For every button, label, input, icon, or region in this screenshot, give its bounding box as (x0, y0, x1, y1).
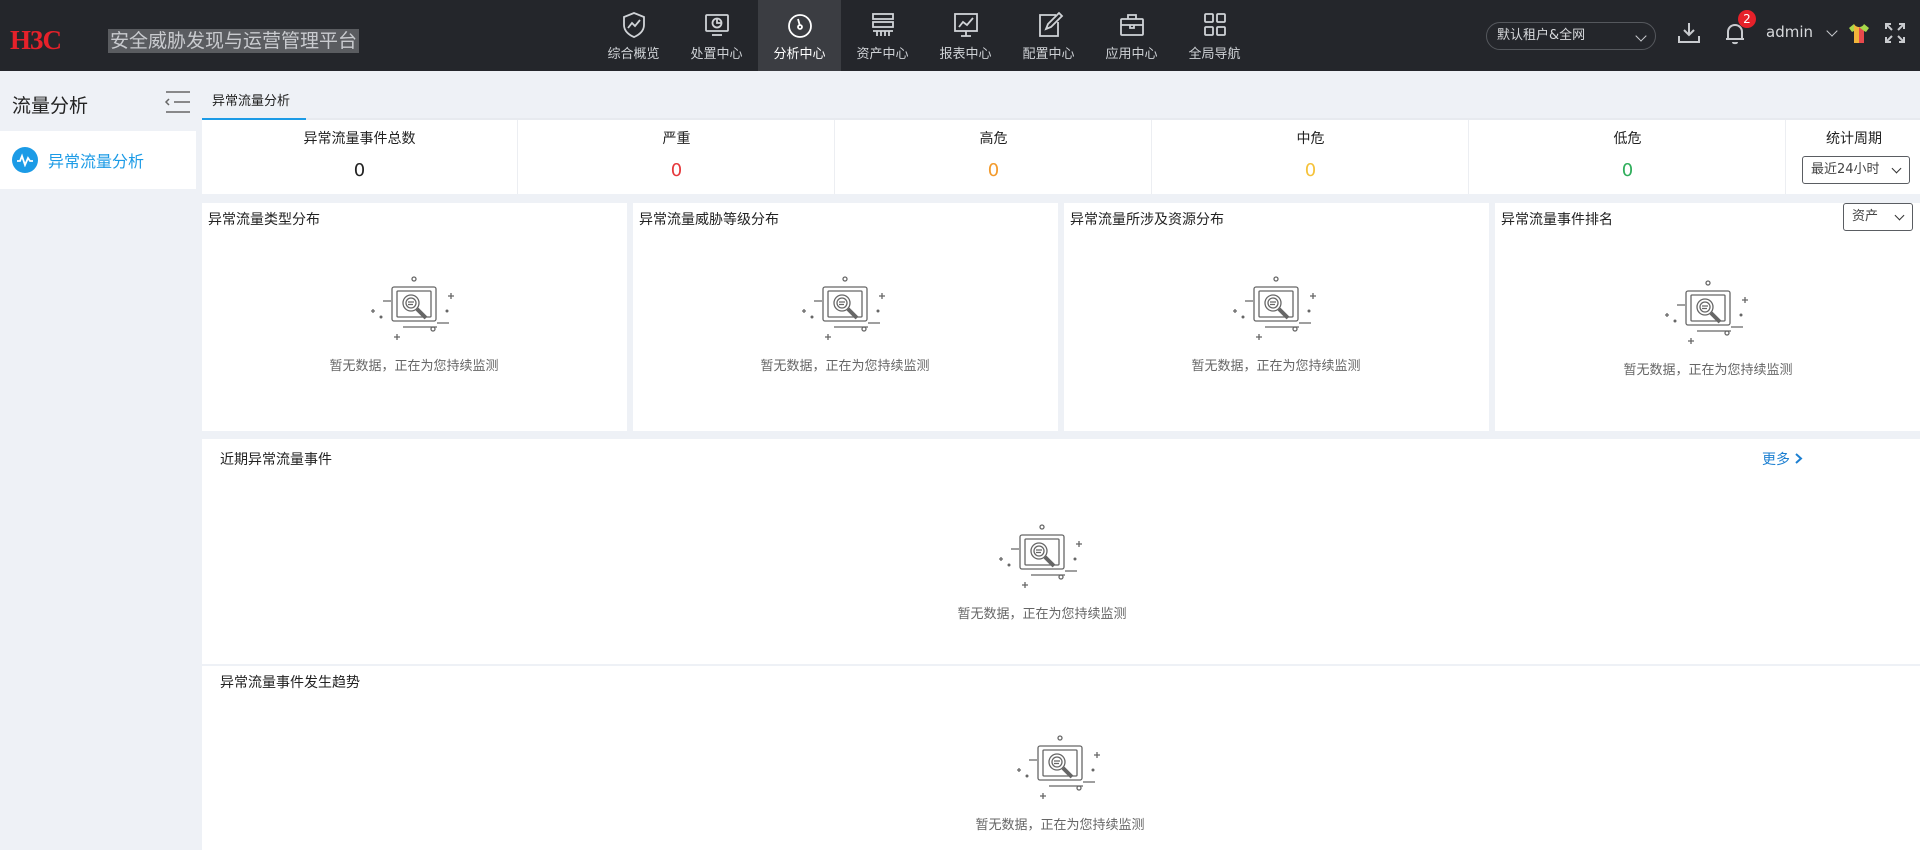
nav-app-center[interactable]: 应用中心 (1090, 0, 1173, 71)
chevron-down-icon (1635, 30, 1647, 42)
empty-monitor-icon (1665, 280, 1748, 344)
notification-badge: 2 (1738, 10, 1756, 28)
sidebar-title: 流量分析 (12, 95, 89, 117)
platform-title: 安全威胁发现与运营管理平台 (108, 29, 360, 53)
period-select[interactable]: 最近24小时 (1802, 156, 1910, 184)
stat-value: 0 (987, 160, 1000, 181)
fullscreen-icon[interactable] (1882, 20, 1908, 46)
sidebar-item-abnormal-traffic-analysis[interactable]: 异常流量分析 (0, 131, 196, 189)
main-nav: 综合概览 处置中心 分析中心 资产中心 报表中心 配置中心 应用中心 全局导航 (592, 0, 1256, 71)
stat-high: 高危 0 (836, 120, 1152, 194)
user-menu[interactable]: admin (1766, 23, 1813, 41)
grid-icon (1203, 13, 1226, 36)
download-icon[interactable] (1676, 20, 1702, 46)
nav-report-center[interactable]: 报表中心 (924, 0, 1007, 71)
tab-abnormal-traffic-analysis[interactable]: 异常流量分析 (202, 80, 306, 120)
card-resource-distribution: 异常流量所涉及资源分布 暂无数据，正在为您持续监测 (1064, 203, 1489, 431)
empty-monitor-icon (999, 524, 1082, 588)
empty-monitor-icon (1017, 735, 1100, 799)
collapse-menu-icon[interactable] (160, 89, 192, 115)
empty-monitor-icon (371, 276, 454, 340)
empty-state: 暂无数据，正在为您持续监测 (960, 730, 1160, 833)
chevron-down-icon[interactable] (1826, 25, 1838, 37)
card-event-trend: 异常流量事件发生趋势 暂无数据，正在为您持续监测 (202, 666, 1920, 850)
card-recent-events: 近期异常流量事件 更多 暂无数据，正在为您持续监测 (202, 439, 1920, 664)
stat-total: 异常流量事件总数 0 (202, 120, 518, 194)
nav-disposal-center[interactable]: 处置中心 (675, 0, 758, 71)
more-link[interactable]: 更多 (1762, 449, 1803, 469)
stat-low: 低危 0 (1470, 120, 1786, 194)
stat-period: 统计周期 最近24小时 (1788, 120, 1920, 194)
chevron-down-icon (1891, 163, 1902, 174)
empty-monitor-icon (802, 276, 885, 340)
stat-value: 0 (670, 160, 683, 181)
stat-value: 0 (1304, 160, 1317, 181)
pulse-icon (12, 147, 38, 173)
stat-value: 0 (1621, 160, 1634, 181)
chevron-down-icon (1894, 210, 1905, 221)
chevron-right-icon (1795, 453, 1803, 464)
nav-global-navigation[interactable]: 全局导航 (1173, 0, 1256, 71)
nav-config-center[interactable]: 配置中心 (1007, 0, 1090, 71)
theme-shirt-icon[interactable] (1846, 20, 1872, 46)
nav-analysis-center[interactable]: 分析中心 (758, 0, 841, 71)
report-chart-icon (953, 13, 978, 37)
nav-overview[interactable]: 综合概览 (592, 0, 675, 71)
svg-text:H3C: H3C (10, 26, 61, 54)
nav-asset-center[interactable]: 资产中心 (841, 0, 924, 71)
stats-panel: 异常流量事件总数 0 严重 0 高危 0 中危 0 低危 0 统计周期 最近24… (202, 120, 1920, 194)
empty-state: 暂无数据，正在为您持续监测 (314, 271, 514, 374)
card-type-distribution: 异常流量类型分布 暂无数据，正在为您持续监测 (202, 203, 627, 431)
server-rack-icon (871, 13, 894, 36)
h3c-logo[interactable]: H3C (10, 26, 100, 54)
ranking-dimension-select[interactable]: 资产 (1843, 203, 1913, 231)
config-edit-icon (1038, 11, 1063, 37)
empty-state: 暂无数据，正在为您持续监测 (745, 271, 945, 374)
empty-state: 暂无数据，正在为您持续监测 (942, 519, 1142, 622)
empty-state: 暂无数据，正在为您持续监测 (1608, 275, 1808, 378)
shield-chart-icon (622, 12, 645, 38)
monitor-pie-icon (704, 14, 729, 36)
sidebar: 流量分析 异常流量分析 (0, 71, 200, 850)
top-navigation-bar: H3C 安全威胁发现与运营管理平台 综合概览 处置中心 分析中心 资产中心 报表… (0, 0, 1920, 71)
stat-medium: 中危 0 (1153, 120, 1469, 194)
card-threat-level-distribution: 异常流量威胁等级分布 暂无数据，正在为您持续监测 (633, 203, 1058, 431)
tenant-select[interactable]: 默认租户&全网 (1486, 22, 1656, 50)
gauge-icon (787, 14, 812, 38)
briefcase-icon (1119, 14, 1144, 36)
empty-monitor-icon (1233, 276, 1316, 340)
card-event-ranking: 异常流量事件排名 资产 暂无数据，正在为您持续监测 (1495, 203, 1920, 431)
empty-state: 暂无数据，正在为您持续监测 (1176, 271, 1376, 374)
stat-critical: 严重 0 (519, 120, 835, 194)
stat-value: 0 (353, 160, 366, 181)
